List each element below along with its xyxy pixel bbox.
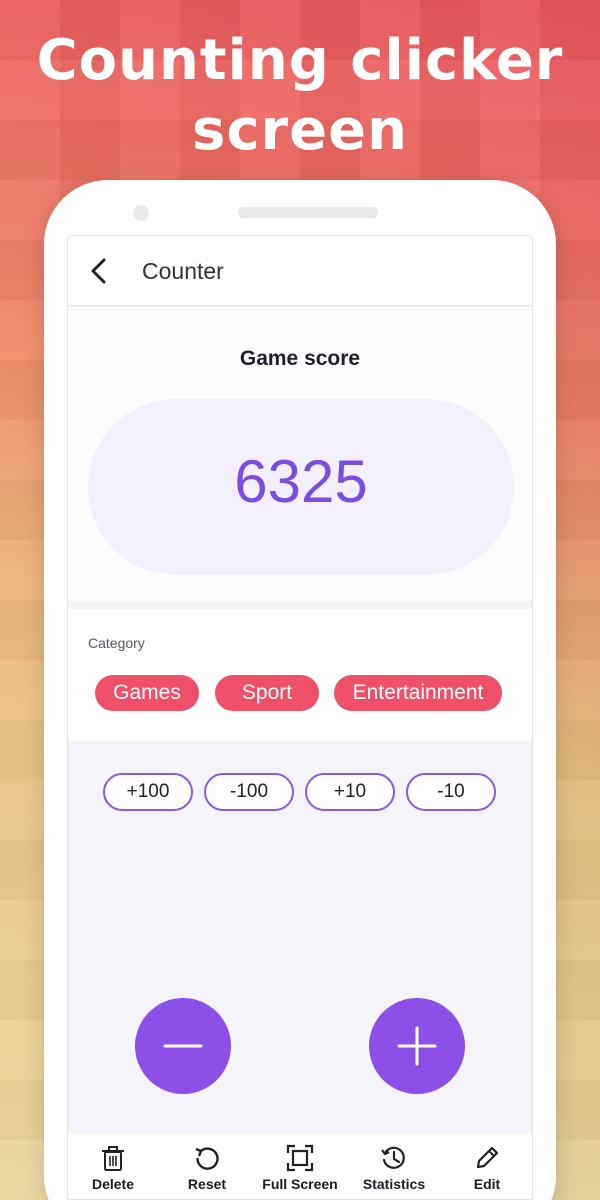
promo-headline-line1: Counting clicker — [36, 28, 564, 93]
section-divider — [68, 601, 532, 609]
minus-icon — [163, 1044, 203, 1048]
step-section: +100 -100 +10 -10 — [68, 741, 532, 1199]
app-bar-title: Counter — [142, 258, 224, 284]
counter-display[interactable]: 6325 — [88, 399, 514, 575]
plus-icon — [397, 1026, 437, 1066]
app-bar: Counter — [68, 236, 532, 306]
statistics-button[interactable]: Statistics — [349, 1144, 439, 1192]
category-section: Category Games Sport Entertainment — [68, 609, 532, 741]
fullscreen-button[interactable]: Full Screen — [255, 1144, 345, 1192]
increment-button[interactable] — [369, 998, 465, 1094]
promo-headline: Counting clicker screen — [0, 26, 600, 166]
fullscreen-icon — [286, 1144, 314, 1172]
reset-icon — [195, 1147, 219, 1170]
phone-camera — [133, 205, 149, 221]
step-button-minus-100[interactable]: -100 — [204, 773, 294, 811]
trash-icon — [102, 1146, 124, 1171]
pencil-icon — [476, 1146, 499, 1169]
decrement-button[interactable] — [135, 998, 231, 1094]
delete-label: Delete — [91, 1176, 135, 1192]
category-chip-sport[interactable]: Sport — [215, 675, 319, 711]
history-icon — [381, 1146, 405, 1169]
category-chip-entertainment[interactable]: Entertainment — [334, 675, 502, 711]
statistics-label: Statistics — [362, 1176, 426, 1192]
step-button-minus-10[interactable]: -10 — [406, 773, 496, 811]
arrow-back-icon[interactable] — [88, 256, 110, 286]
reset-label: Reset — [187, 1176, 227, 1192]
counter-value: 6325 — [234, 448, 368, 515]
promo-headline-line2: screen — [192, 98, 408, 163]
reset-button[interactable]: Reset — [162, 1144, 252, 1192]
bottom-toolbar: Delete Reset Full Screen Statistics Edit — [68, 1134, 532, 1199]
app-screen: Counter Game score 6325 Category Games S… — [67, 235, 533, 1200]
category-label: Category — [88, 635, 145, 651]
edit-button[interactable]: Edit — [442, 1144, 532, 1192]
step-button-plus-100[interactable]: +100 — [103, 773, 193, 811]
step-button-plus-10[interactable]: +10 — [305, 773, 395, 811]
counter-label: Game score — [239, 347, 361, 370]
score-section: Game score 6325 — [68, 307, 532, 602]
category-chip-games[interactable]: Games — [95, 675, 199, 711]
fullscreen-label: Full Screen — [262, 1176, 338, 1192]
delete-button[interactable]: Delete — [68, 1144, 158, 1192]
edit-label: Edit — [473, 1176, 501, 1192]
phone-speaker — [238, 207, 378, 218]
